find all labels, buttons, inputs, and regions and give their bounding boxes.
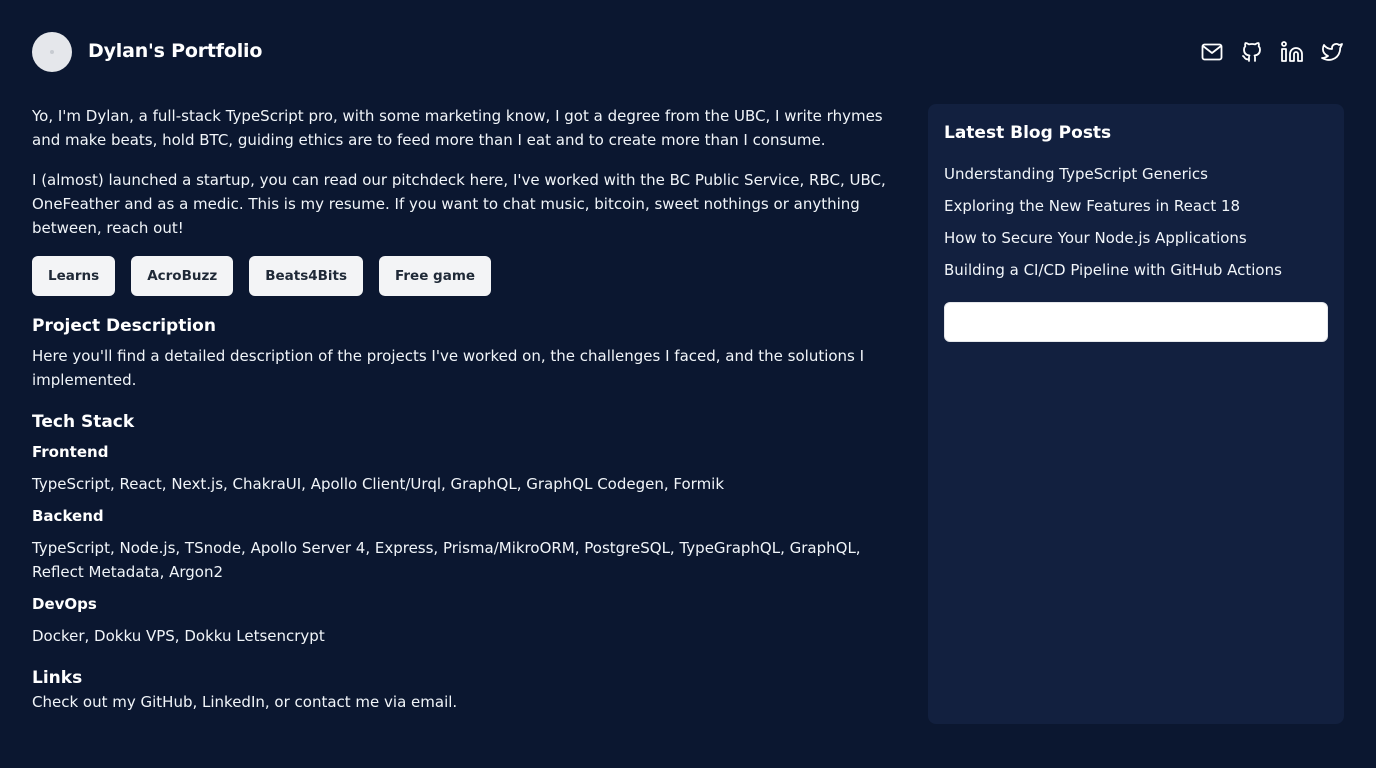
intro-paragraph-1: Yo, I'm Dylan, a full-stack TypeScript p… [32, 107, 883, 149]
links-heading: Links [32, 668, 83, 688]
backend-stack: TypeScript, Node.js, TSnode, Apollo Serv… [32, 539, 861, 581]
beats4bits-button[interactable]: Beats4Bits [249, 256, 364, 296]
blog-sidebar: Latest Blog Posts Understanding TypeScri… [928, 104, 1344, 724]
links-text: Check out my GitHub, LinkedIn, or contac… [32, 693, 458, 711]
blog-post-link[interactable]: How to Secure Your Node.js Applications [944, 226, 1328, 250]
linkedin-icon[interactable] [1280, 40, 1304, 64]
project-description-text: Here you'll find a detailed description … [32, 347, 865, 389]
intro-paragraph-2: I (almost) launched a startup, you can r… [32, 171, 886, 237]
mail-icon[interactable] [1200, 40, 1224, 64]
twitter-icon[interactable] [1320, 40, 1344, 64]
tech-stack-heading: Tech Stack [32, 412, 135, 432]
blog-posts-heading: Latest Blog Posts [944, 123, 1112, 143]
frontend-heading: Frontend [32, 443, 109, 461]
backend-heading: Backend [32, 507, 104, 525]
free-game-button[interactable]: Free game [379, 256, 492, 296]
main-content: Yo, I'm Dylan, a full-stack TypeScript p… [32, 104, 896, 714]
blog-post-link[interactable]: Understanding TypeScript Generics [944, 162, 1328, 186]
blog-post-link[interactable]: Exploring the New Features in React 18 [944, 194, 1328, 218]
blog-post-link[interactable]: Building a CI/CD Pipeline with GitHub Ac… [944, 258, 1328, 282]
devops-heading: DevOps [32, 595, 97, 613]
social-links [1200, 40, 1344, 64]
learns-button[interactable]: Learns [32, 256, 116, 296]
blog-post-list: Understanding TypeScript Generics Explor… [944, 162, 1328, 282]
blog-search-input[interactable] [944, 302, 1328, 342]
site-title[interactable]: Dylan's Portfolio [88, 40, 262, 62]
github-icon[interactable] [1240, 40, 1264, 64]
avatar-image [50, 50, 54, 54]
project-buttons: Learns AcroBuzz Beats4Bits Free game [32, 256, 896, 296]
frontend-stack: TypeScript, React, Next.js, ChakraUI, Ap… [32, 475, 725, 493]
header: Dylan's Portfolio [0, 0, 1376, 104]
avatar[interactable] [32, 32, 72, 72]
acrobuzz-button[interactable]: AcroBuzz [131, 256, 234, 296]
project-description-heading: Project Description [32, 316, 216, 336]
devops-stack: Docker, Dokku VPS, Dokku Letsencrypt [32, 627, 325, 645]
